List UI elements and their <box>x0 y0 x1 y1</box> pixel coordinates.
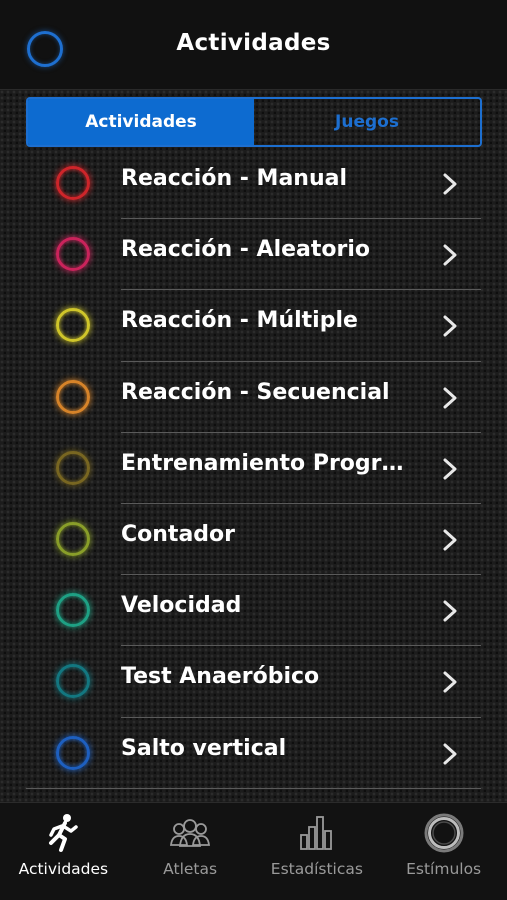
ring-icon <box>56 237 90 272</box>
segmented-control: Actividades Juegos <box>26 97 482 147</box>
athletes-icon <box>170 819 211 847</box>
list-item-label: Reacción - Múltiple <box>121 308 358 334</box>
ring-icon <box>56 593 90 628</box>
activity-list: Reacción - Manual Reacción - Aleatorio R… <box>0 148 507 789</box>
tab-estimulos[interactable]: Estímulos <box>380 803 507 900</box>
tab-label: Actividades <box>18 860 109 878</box>
nav-header: Actividades <box>0 0 507 90</box>
ring-icon <box>56 521 90 556</box>
list-item-label: Velocidad <box>121 593 242 619</box>
segment-juegos[interactable]: Juegos <box>254 99 480 145</box>
ring-icon <box>56 379 90 414</box>
list-item[interactable]: Test Anaeróbico <box>0 646 507 718</box>
segment-actividades[interactable]: Actividades <box>28 99 254 145</box>
page-title: Actividades <box>176 30 331 56</box>
list-item[interactable]: Contador <box>0 504 507 576</box>
list-item-label: Contador <box>121 521 235 547</box>
tab-estadisticas[interactable]: Estadísticas <box>254 803 381 900</box>
list-item[interactable]: Reacción - Múltiple <box>0 290 507 362</box>
chevron-right-icon <box>443 315 457 337</box>
ring-icon <box>56 308 90 343</box>
ring-icon <box>56 450 90 485</box>
app-screen: Actividades Actividades Juegos Reacción … <box>0 0 507 900</box>
chevron-right-icon <box>443 387 457 409</box>
tab-label: Estadísticas <box>270 860 363 878</box>
list-item-label: Reacción - Manual <box>121 166 348 191</box>
list-item-label: Reacción - Aleatorio <box>121 237 371 263</box>
ring-icon <box>56 735 90 770</box>
chevron-right-icon <box>443 458 457 480</box>
runner-icon <box>49 814 79 852</box>
divider <box>26 788 481 789</box>
ring-icon <box>56 664 90 699</box>
tab-atletas[interactable]: Atletas <box>127 803 254 900</box>
list-item-label: Entrenamiento Progra… <box>121 450 411 476</box>
ring-icon <box>56 166 90 200</box>
list-item[interactable]: Entrenamiento Progra… <box>0 433 507 504</box>
list-item-label: Salto vertical <box>121 735 287 761</box>
chevron-right-icon <box>443 529 457 551</box>
tab-label: Estímulos <box>406 860 482 878</box>
chevron-right-icon <box>443 173 457 195</box>
list-item-label: Reacción - Secuencial <box>121 379 390 405</box>
tab-bar: Actividades Atletas Estadísticas Estímul… <box>0 802 507 900</box>
chevron-right-icon <box>443 600 457 622</box>
list-item[interactable]: Reacción - Secuencial <box>0 362 507 433</box>
list-item[interactable]: Salto vertical <box>0 718 507 789</box>
list-item[interactable]: Reacción - Manual <box>0 148 507 220</box>
chevron-right-icon <box>443 743 457 764</box>
chevron-right-icon <box>443 244 457 266</box>
chevron-right-icon <box>443 671 457 693</box>
ring-icon <box>424 813 464 853</box>
list-item[interactable]: Velocidad <box>0 575 507 647</box>
bar-chart-icon <box>299 816 332 850</box>
tab-label: Atletas <box>163 860 218 878</box>
list-item-label: Test Anaeróbico <box>121 664 320 690</box>
tab-actividades[interactable]: Actividades <box>0 803 127 900</box>
list-item[interactable]: Reacción - Aleatorio <box>0 219 507 291</box>
